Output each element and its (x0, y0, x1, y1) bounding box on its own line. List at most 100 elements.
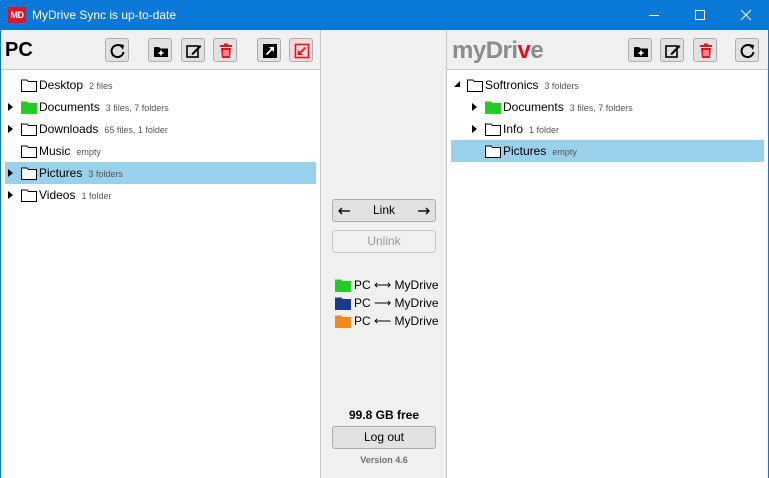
caret-right-icon (8, 191, 13, 199)
caret-down-icon (454, 81, 460, 87)
folder-icon (335, 279, 351, 292)
mydrive-pane: myDrive Softronics 3 folders Documents 3… (447, 30, 768, 478)
close-button[interactable] (723, 0, 769, 30)
folder-name: Music empty (39, 144, 101, 158)
expand-toggle[interactable] (5, 184, 15, 206)
folder-row[interactable]: Music empty (5, 140, 316, 162)
expand-toggle[interactable] (469, 96, 479, 118)
folder-icon (21, 123, 37, 136)
mydrive-delete-button[interactable] (693, 38, 717, 62)
folder-icon (485, 123, 501, 136)
folder-row[interactable]: Downloads 65 files, 1 folder (5, 118, 316, 140)
refresh-icon (110, 44, 125, 59)
folder-row[interactable]: Desktop 2 files (5, 74, 316, 96)
legend-label: PC ⟵ MyDrive (354, 314, 439, 328)
link-label: Link (372, 203, 395, 217)
version-label: Version 4.6 (360, 455, 408, 465)
folder-meta: 3 folders (88, 169, 123, 179)
expand-toggle[interactable] (469, 118, 479, 140)
trash-icon (220, 43, 232, 58)
refresh-icon (740, 44, 755, 59)
mydrive-refresh-button[interactable] (735, 38, 759, 62)
folder-row[interactable]: Videos 1 folder (5, 184, 316, 206)
arrow-right-icon (418, 207, 430, 215)
folder-name: Documents 3 files, 7 folders (39, 100, 169, 114)
folder-row[interactable]: Softronics 3 folders (451, 74, 764, 96)
folder-meta: empty (76, 147, 101, 157)
folder-icon (21, 145, 37, 158)
mydrive-logo: myDrive (452, 37, 544, 64)
new-folder-icon (154, 47, 168, 57)
folder-row[interactable]: Pictures empty (451, 140, 764, 162)
folder-row[interactable]: Documents 3 files, 7 folders (5, 96, 316, 118)
folder-icon (21, 101, 37, 114)
mydrive-toolbar: myDrive (447, 30, 768, 70)
sync-controls-pane: Link Unlink PC ⟷ MyDrive PC ⟶ MyDrive PC ⟵… (321, 30, 447, 478)
pc-pane: PC Desktop 2 files Documents 3 files, 7 … (1, 30, 321, 478)
folder-icon (335, 315, 351, 328)
folder-row[interactable]: Documents 3 files, 7 folders (451, 96, 764, 118)
new-folder-icon (634, 47, 648, 57)
pc-open-external-button[interactable] (257, 38, 281, 62)
folder-meta: 3 files, 7 folders (105, 103, 169, 113)
caret-right-icon (8, 103, 13, 111)
folder-meta: 1 folder (81, 191, 112, 201)
pc-import-button[interactable] (289, 38, 313, 62)
pc-rename-button[interactable] (181, 38, 205, 62)
close-icon (740, 9, 752, 21)
folder-icon (21, 189, 37, 202)
title-bar: MD MyDrive Sync is up-to-date (0, 0, 769, 30)
folder-row[interactable]: Pictures 3 folders (5, 162, 316, 184)
mydrive-folder-tree: Softronics 3 folders Documents 3 files, 7 f… (451, 74, 764, 162)
pc-delete-button[interactable] (213, 38, 237, 62)
edit-icon (186, 45, 202, 58)
folder-name: Softronics 3 folders (485, 78, 579, 92)
expand-toggle[interactable] (5, 96, 15, 118)
folder-meta: 3 folders (544, 81, 579, 91)
window-title: MyDrive Sync is up-to-date (32, 8, 177, 22)
folder-icon (335, 297, 351, 310)
minimize-icon (649, 15, 659, 16)
expand-toggle[interactable] (451, 74, 461, 96)
edit-icon (665, 45, 681, 58)
import-icon (294, 43, 310, 59)
folder-icon (467, 79, 483, 92)
app-logo-icon: MD (8, 7, 26, 23)
folder-name: Info 1 folder (503, 122, 560, 136)
caret-right-icon (472, 103, 477, 111)
mydrive-rename-button[interactable] (660, 38, 684, 62)
mydrive-new-folder-button[interactable] (628, 38, 652, 62)
expand-toggle[interactable] (5, 118, 15, 140)
expand-toggle[interactable] (5, 162, 15, 184)
maximize-button[interactable] (677, 0, 723, 30)
free-space-label: 99.8 GB free (348, 408, 420, 422)
folder-meta: 2 files (89, 81, 113, 91)
folder-name: Videos 1 folder (39, 188, 112, 202)
logout-button[interactable]: Log out (332, 426, 436, 449)
caret-right-icon (8, 169, 13, 177)
folder-meta: 3 files, 7 folders (569, 103, 633, 113)
legend-label: PC ⟷ MyDrive (354, 278, 439, 292)
unlink-button[interactable]: Unlink (332, 230, 436, 253)
folder-meta: 65 files, 1 folder (104, 125, 168, 135)
caret-right-icon (472, 125, 477, 133)
folder-row[interactable]: Info 1 folder (451, 118, 764, 140)
minimize-button[interactable] (631, 0, 677, 30)
folder-icon (21, 79, 37, 92)
folder-name: Pictures 3 folders (39, 166, 123, 180)
caret-right-icon (8, 125, 13, 133)
pc-new-folder-button[interactable] (148, 38, 172, 62)
link-button[interactable]: Link (332, 199, 436, 222)
folder-icon (485, 145, 501, 158)
maximize-icon (695, 10, 705, 20)
pc-folder-tree: Desktop 2 files Documents 3 files, 7 folder… (5, 74, 316, 206)
trash-icon (700, 43, 712, 58)
folder-name: Downloads 65 files, 1 folder (39, 122, 168, 136)
pc-refresh-button[interactable] (105, 38, 129, 62)
open-external-icon (263, 44, 277, 58)
folder-name: Pictures empty (503, 144, 577, 158)
folder-name: Documents 3 files, 7 folders (503, 100, 633, 114)
pc-toolbar: PC (1, 30, 320, 70)
folder-name: Desktop 2 files (39, 78, 113, 92)
arrow-left-icon (338, 207, 350, 215)
